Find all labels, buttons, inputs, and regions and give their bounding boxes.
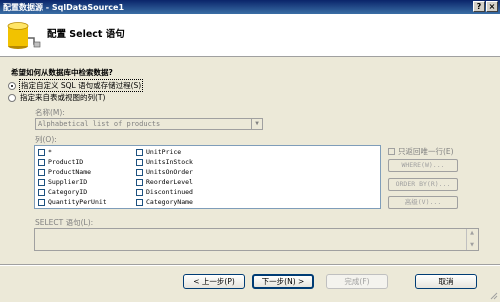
option-custom-sql-label: 指定自定义 SQL 语句或存储过程(S) <box>18 79 144 92</box>
column-item[interactable]: ProductName <box>38 168 91 176</box>
column-item[interactable]: * <box>38 148 52 156</box>
columns-label: 列(O): <box>35 135 57 144</box>
columns-list[interactable]: * ProductID ProductName SupplierID Categ… <box>34 145 381 209</box>
where-button[interactable]: WHERE(W)... <box>388 159 458 172</box>
checkbox[interactable] <box>38 168 45 176</box>
column-item[interactable]: CategoryID <box>38 188 87 196</box>
checkbox[interactable] <box>136 148 143 156</box>
table-select-value: Alphabetical list of products <box>38 120 161 128</box>
only-unique-rows[interactable]: 只返回唯一行(E) <box>388 146 454 157</box>
only-unique-label: 只返回唯一行(E) <box>398 147 454 156</box>
divider <box>0 264 500 266</box>
window-title: 配置数据源 - SqlDataSource1 <box>3 2 125 12</box>
column-label: UnitPrice <box>146 148 182 156</box>
finish-button[interactable]: 完成(F) <box>326 274 388 289</box>
checkbox[interactable] <box>388 148 395 155</box>
option-custom-sql[interactable]: 指定自定义 SQL 语句或存储过程(S) <box>8 79 144 92</box>
wizard-header: 配置 Select 语句 <box>0 14 500 57</box>
help-button[interactable]: ? <box>473 1 485 12</box>
table-select[interactable]: Alphabetical list of products ▼ <box>35 118 263 130</box>
column-item[interactable]: CategoryName <box>136 198 193 206</box>
column-item[interactable]: Discontinued <box>136 188 193 196</box>
checkbox[interactable] <box>38 158 45 166</box>
column-item[interactable]: UnitPrice <box>136 148 181 156</box>
checkbox[interactable] <box>136 168 143 176</box>
checkbox[interactable] <box>136 158 143 166</box>
checkbox[interactable] <box>38 148 45 156</box>
prev-button[interactable]: < 上一步(P) <box>183 274 245 289</box>
column-label: UnitsOnOrder <box>146 168 193 176</box>
scroll-up-icon[interactable]: ▲ <box>467 229 477 238</box>
option-table-columns[interactable]: 指定来自表或视图的列(T) <box>8 92 105 103</box>
checkbox[interactable] <box>136 178 143 186</box>
checkbox[interactable] <box>38 188 45 196</box>
scrollbar[interactable]: ▲ ▼ <box>466 229 478 250</box>
column-label: SupplierID <box>48 178 88 186</box>
radio-custom-sql[interactable] <box>8 81 16 90</box>
column-item[interactable]: QuantityPerUnit <box>38 198 107 206</box>
column-item[interactable]: UnitsInStock <box>136 158 193 166</box>
column-label: ReorderLevel <box>146 178 193 186</box>
close-button[interactable]: × <box>486 1 498 12</box>
checkbox[interactable] <box>38 198 45 206</box>
option-table-columns-label: 指定来自表或视图的列(T) <box>20 93 106 102</box>
title-bar: 配置数据源 - SqlDataSource1 ? × <box>0 0 500 14</box>
column-label: Discontinued <box>146 188 193 196</box>
cancel-button[interactable]: 取消 <box>415 274 477 289</box>
column-label: * <box>48 148 52 156</box>
column-item[interactable]: ReorderLevel <box>136 178 193 186</box>
select-statement-box[interactable]: ▲ ▼ <box>34 228 479 251</box>
column-label: UnitsInStock <box>146 158 193 166</box>
checkbox[interactable] <box>136 198 143 206</box>
page-title: 配置 Select 语句 <box>47 29 125 40</box>
column-label: ProductID <box>48 158 84 166</box>
order-by-button[interactable]: ORDER BY(R)... <box>388 178 458 191</box>
select-statement-label: SELECT 语句(L): <box>35 218 94 227</box>
radio-table-columns[interactable] <box>8 93 16 102</box>
next-button[interactable]: 下一步(N) > <box>252 274 314 289</box>
column-item[interactable]: SupplierID <box>38 178 87 186</box>
name-label: 名称(M): <box>35 108 65 117</box>
column-label: CategoryID <box>48 188 88 196</box>
column-item[interactable]: UnitsOnOrder <box>136 168 193 176</box>
advanced-button[interactable]: 高级(V)... <box>388 196 458 209</box>
chevron-down-icon[interactable]: ▼ <box>251 119 262 129</box>
column-label: CategoryName <box>146 198 193 206</box>
column-item[interactable]: ProductID <box>38 158 83 166</box>
scroll-down-icon[interactable]: ▼ <box>467 241 477 250</box>
checkbox[interactable] <box>38 178 45 186</box>
resize-grip-icon[interactable] <box>490 292 498 300</box>
checkbox[interactable] <box>136 188 143 196</box>
database-icon <box>7 22 41 49</box>
retrieve-question: 希望如何从数据库中检索数据? <box>11 68 113 77</box>
column-label: ProductName <box>48 168 92 176</box>
column-label: QuantityPerUnit <box>48 198 107 206</box>
